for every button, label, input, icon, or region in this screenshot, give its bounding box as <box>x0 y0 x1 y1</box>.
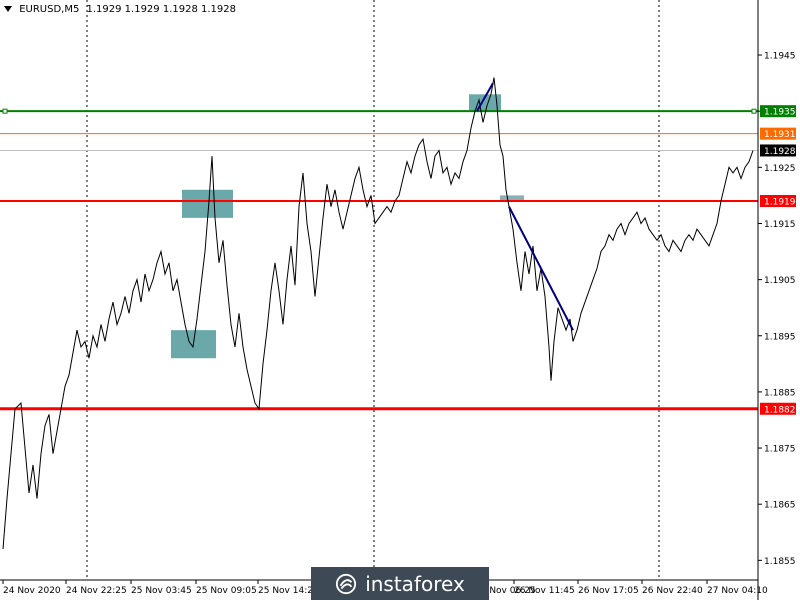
y-tick-label: 1.1865 <box>764 501 796 511</box>
y-tick-label: 1.1885 <box>764 388 796 398</box>
price-level-tag-text: 1.1882 <box>764 405 796 415</box>
x-tick-label: 25 Nov 09:05 <box>196 586 257 596</box>
chart-background <box>0 0 800 600</box>
y-tick-label: 1.1915 <box>764 220 796 230</box>
price-chart: 1.1945 1.1935 1.1925 1.1915 1.1905 1.1895 1.18… <box>0 0 800 600</box>
y-tick-label: 1.1905 <box>764 276 796 286</box>
y-tick-label: 1.1925 <box>764 164 796 174</box>
chart-header: EURUSD,M5 1.1929 1.1929 1.1928 1.1928 <box>4 4 236 15</box>
watermark-banner: instaforex <box>311 567 489 600</box>
x-tick-label: 26 Nov 11:45 <box>514 586 575 596</box>
x-tick-label: 26 Nov 17:05 <box>578 586 639 596</box>
level-anchor-handle <box>2 108 8 114</box>
x-tick-label: 25 Nov 14:25 <box>258 586 319 596</box>
y-tick-label: 1.1945 <box>764 52 796 62</box>
price-level-tag-text: 1.1935 <box>764 108 796 118</box>
chart-menu-triangle-icon[interactable] <box>4 6 12 12</box>
instaforex-logo-icon <box>336 573 357 594</box>
price-level-tag-text: 1.1931 <box>764 130 796 140</box>
price-level-tag-text: 1.1919 <box>764 198 796 208</box>
level-anchor-handle <box>751 108 757 114</box>
watermark-text: instaforex <box>365 571 465 596</box>
y-tick-label: 1.1895 <box>764 332 796 342</box>
y-tick-label: 1.1875 <box>764 445 796 455</box>
x-tick-label: 26 Nov 22:40 <box>642 586 703 596</box>
ohlc-values: 1.1929 1.1929 1.1928 1.1928 <box>86 4 237 15</box>
x-tick-label: 24 Nov 22:25 <box>66 586 127 596</box>
x-tick-label: 25 Nov 03:45 <box>131 586 192 596</box>
y-tick-label: 1.1855 <box>764 557 796 567</box>
x-tick-label: 24 Nov 2020 <box>3 586 61 596</box>
price-level-tag-text: 1.1928 <box>764 147 796 157</box>
x-tick-label: 27 Nov 04:10 <box>707 586 768 596</box>
symbol-label: EURUSD,M5 <box>19 4 80 15</box>
